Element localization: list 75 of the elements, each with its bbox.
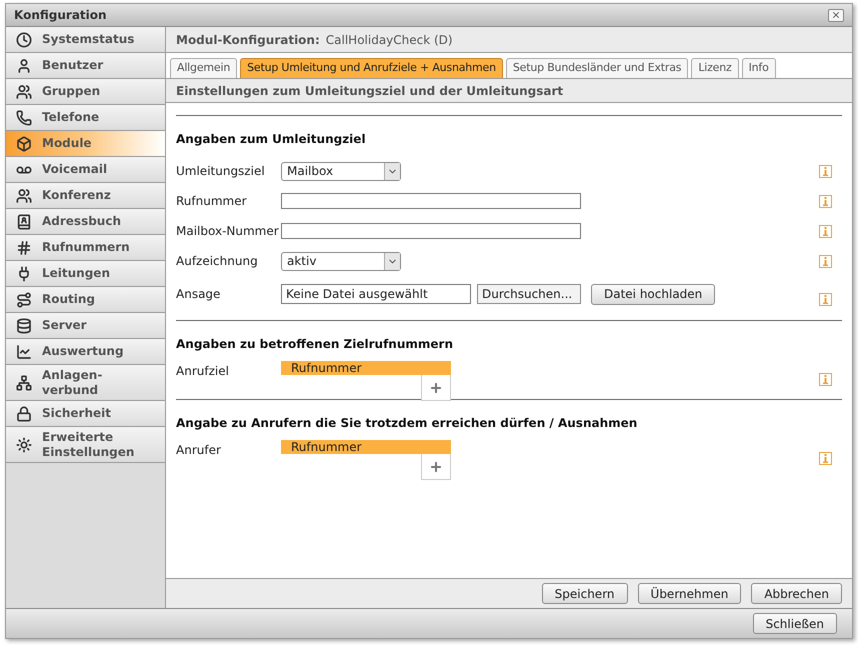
dropdown[interactable]: Mailbox [281,162,401,180]
network-icon [16,374,32,390]
plus-icon [429,460,443,474]
sidebar-item[interactable]: Routing [6,287,165,313]
field-label: Anrufziel [176,363,230,380]
route-icon [16,292,32,308]
input-field[interactable] [281,223,581,239]
sidebar-item[interactable]: Adressbuch [6,209,165,235]
tab[interactable]: Setup Bundesländer und Extras [506,58,688,78]
info-icon[interactable] [819,224,832,238]
field-label: Anrufer [176,442,222,459]
database-icon [16,318,32,334]
info-icon[interactable] [819,164,832,178]
hash-icon [16,240,32,256]
sidebar-item[interactable]: Auswertung [6,339,165,365]
plus-icon [429,380,443,394]
module-label: Modul-Konfiguration: [176,32,320,48]
lock-icon [16,406,32,422]
info-icon[interactable] [819,194,832,208]
column-header: Rufnummer [281,440,451,454]
add-button[interactable] [421,454,451,480]
sidebar-item[interactable]: Voicemail [6,157,165,183]
plug-icon [16,266,32,282]
sidebar-item[interactable]: Server [6,313,165,339]
section-title: Angabe zu Anrufern die Sie trotzdem erreichen dürfen / Ausnahmen [176,415,638,432]
sidebar-item[interactable]: Gruppen [6,79,165,105]
clock-icon [16,32,32,48]
sidebar-item[interactable]: Systemstatus [6,27,165,53]
info-icon[interactable] [819,292,832,306]
section-title: Angaben zu betroffenen Zielrufnummern [176,336,454,353]
sidebar-item[interactable]: Benutzer [6,53,165,79]
sidebar-item[interactable]: Anlagen- verbund [6,365,165,401]
sidebar-item[interactable]: Sicherheit [6,401,165,427]
footer-button[interactable]: Übernehmen [638,583,742,604]
input-field[interactable] [281,193,581,209]
tab[interactable]: Setup Umleitung und Anrufziele + Ausnahmen [240,58,503,78]
close-button[interactable]: Schließen [752,613,837,634]
sidebar-item[interactable]: Erweiterte Einstellungen [6,427,165,463]
sidebar-item[interactable]: Rufnummern [6,235,165,261]
field-label: Ansage [176,286,222,303]
sidebar-item[interactable]: Konferenz [6,183,165,209]
field-label: Aufzeichnung [176,253,259,270]
info-icon[interactable] [819,254,832,268]
upload-button[interactable]: Datei hochladen [591,284,716,304]
person-icon [16,58,32,74]
browse-button[interactable]: Durchsuchen... [477,284,581,304]
file-name-field: Keine Datei ausgewählt [281,284,471,304]
dropdown[interactable]: aktiv [281,252,401,270]
column-header: Rufnummer [281,361,451,375]
line-chart-icon [16,344,32,360]
people-icon [16,188,32,204]
sidebar-item[interactable]: Module [6,131,165,157]
section-title: Angaben zum Umleitungziel [176,131,367,148]
section-subheader: Einstellungen zum Umleitungsziel und der Umleitungsart [166,79,852,103]
footer-button[interactable]: Abbrechen [751,583,842,604]
sidebar-item[interactable]: Leitungen [6,261,165,287]
add-button[interactable] [421,375,451,401]
tab[interactable]: Info [742,58,776,78]
field-label: Umleitungsziel [176,163,266,180]
field-label: Rufnummer [176,193,248,210]
people-icon [16,84,32,100]
footer-button[interactable]: Speichern [542,583,628,604]
tab[interactable]: Lizenz [691,58,739,78]
sun-icon [16,436,32,452]
box-icon [16,136,32,152]
phone-icon [16,110,32,126]
field-label: Mailbox-Nummer [176,223,280,240]
module-name: CallHolidayCheck (D) [326,32,453,48]
info-icon[interactable] [819,452,832,465]
tab[interactable]: Allgemein [170,58,238,78]
sidebar-item[interactable]: Telefone [6,105,165,131]
address-book-icon [16,214,32,230]
info-icon[interactable] [819,373,832,386]
close-icon[interactable] [828,8,844,22]
window-title: Konfiguration [14,7,107,24]
